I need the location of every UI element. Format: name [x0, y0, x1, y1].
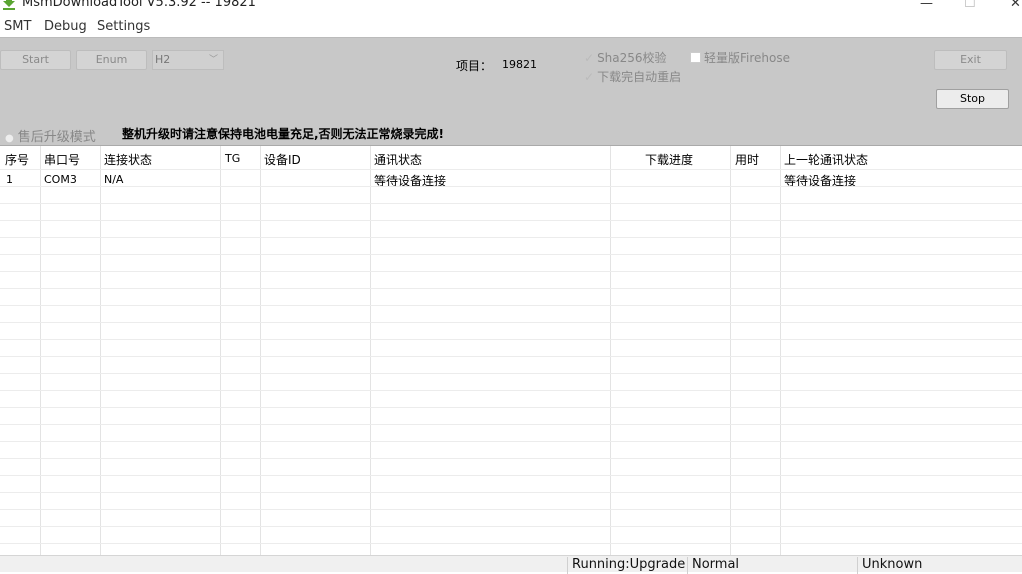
header-last-status[interactable]: 上一轮通讯状态	[784, 151, 868, 168]
menu-debug[interactable]: Debug	[44, 19, 87, 34]
row-divider	[0, 543, 1022, 544]
row-divider	[0, 305, 1022, 306]
row-divider	[0, 424, 1022, 425]
minimize-button[interactable]: —	[920, 0, 933, 11]
row-divider	[0, 220, 1022, 221]
header-device-id[interactable]: 设备ID	[264, 151, 301, 168]
row-divider	[0, 322, 1022, 323]
close-button[interactable]: ✕	[1010, 0, 1021, 11]
row-index: 1	[6, 173, 13, 186]
sha256-checkbox[interactable]: ✓ Sha256校验	[584, 49, 667, 66]
header-port[interactable]: 串口号	[44, 151, 80, 168]
project-value: 19821	[502, 58, 537, 71]
enum-button[interactable]: Enum	[76, 50, 147, 70]
window-title: MsmDownloadTool V5.3.92 -- 19821	[22, 0, 256, 10]
exit-button[interactable]: Exit	[934, 50, 1007, 70]
battery-warning: 整机升级时请注意保持电池电量充足,否则无法正常烧录完成!	[122, 127, 445, 141]
row-divider	[0, 390, 1022, 391]
row-connection: N/A	[104, 173, 124, 186]
row-divider	[0, 169, 1022, 170]
header-connection[interactable]: 连接状态	[104, 151, 152, 168]
menu-bar: SMT Debug Settings	[0, 18, 1022, 37]
radio-icon: ●	[5, 133, 14, 144]
check-icon: ✓	[584, 70, 595, 84]
row-divider	[0, 441, 1022, 442]
header-time[interactable]: 用时	[735, 151, 759, 168]
row-port: COM3	[44, 173, 77, 186]
port-select[interactable]: H2 ﹀	[152, 50, 224, 70]
header-comm-status[interactable]: 通讯状态	[374, 151, 422, 168]
auto-reboot-checkbox[interactable]: ✓ 下载完自动重启	[584, 68, 681, 85]
row-divider	[0, 186, 1022, 187]
row-divider	[0, 271, 1022, 272]
header-tg[interactable]: TG	[225, 152, 240, 165]
status-mode: Normal	[687, 557, 739, 574]
download-app-icon	[3, 0, 15, 10]
stop-button[interactable]: Stop	[936, 89, 1009, 109]
header-progress[interactable]: 下载进度	[645, 151, 693, 168]
row-divider	[0, 475, 1022, 476]
after-sales-mode-radio[interactable]: ● 售后升级模式	[5, 126, 96, 145]
row-divider	[0, 254, 1022, 255]
header-index[interactable]: 序号	[5, 151, 29, 168]
row-divider	[0, 288, 1022, 289]
chevron-down-icon: ﹀	[208, 55, 218, 65]
status-bar: Running:Upgrade Normal Unknown	[0, 555, 1022, 574]
row-divider	[0, 203, 1022, 204]
port-select-value: H2	[155, 53, 171, 66]
row-divider	[0, 356, 1022, 357]
row-divider	[0, 339, 1022, 340]
status-state: Running:Upgrade	[567, 557, 685, 574]
start-button[interactable]: Start	[0, 50, 71, 70]
check-icon: ✓	[584, 51, 595, 65]
status-info: Unknown	[857, 557, 922, 574]
row-divider	[0, 492, 1022, 493]
row-divider	[0, 407, 1022, 408]
title-bar: MsmDownloadTool V5.3.92 -- 19821 — ☐ ✕	[0, 0, 1022, 14]
control-panel: Start Enum H2 ﹀ 项目： 19821 ✓ Sha256校验 轻量版Fi…	[0, 37, 1022, 145]
project-label: 项目：	[456, 59, 493, 73]
lite-firehose-checkbox[interactable]: 轻量版Firehose	[690, 49, 790, 66]
menu-settings[interactable]: Settings	[97, 19, 150, 34]
checkbox-box	[690, 52, 701, 63]
menu-smt[interactable]: SMT	[4, 19, 31, 34]
row-divider	[0, 237, 1022, 238]
row-divider	[0, 458, 1022, 459]
device-table: 序号 串口号 连接状态 TG 设备ID 通讯状态 下载进度 用时 上一轮通讯状态…	[0, 145, 1022, 555]
row-divider	[0, 509, 1022, 510]
row-divider	[0, 526, 1022, 527]
row-divider	[0, 373, 1022, 374]
maximize-button[interactable]: ☐	[964, 0, 976, 11]
